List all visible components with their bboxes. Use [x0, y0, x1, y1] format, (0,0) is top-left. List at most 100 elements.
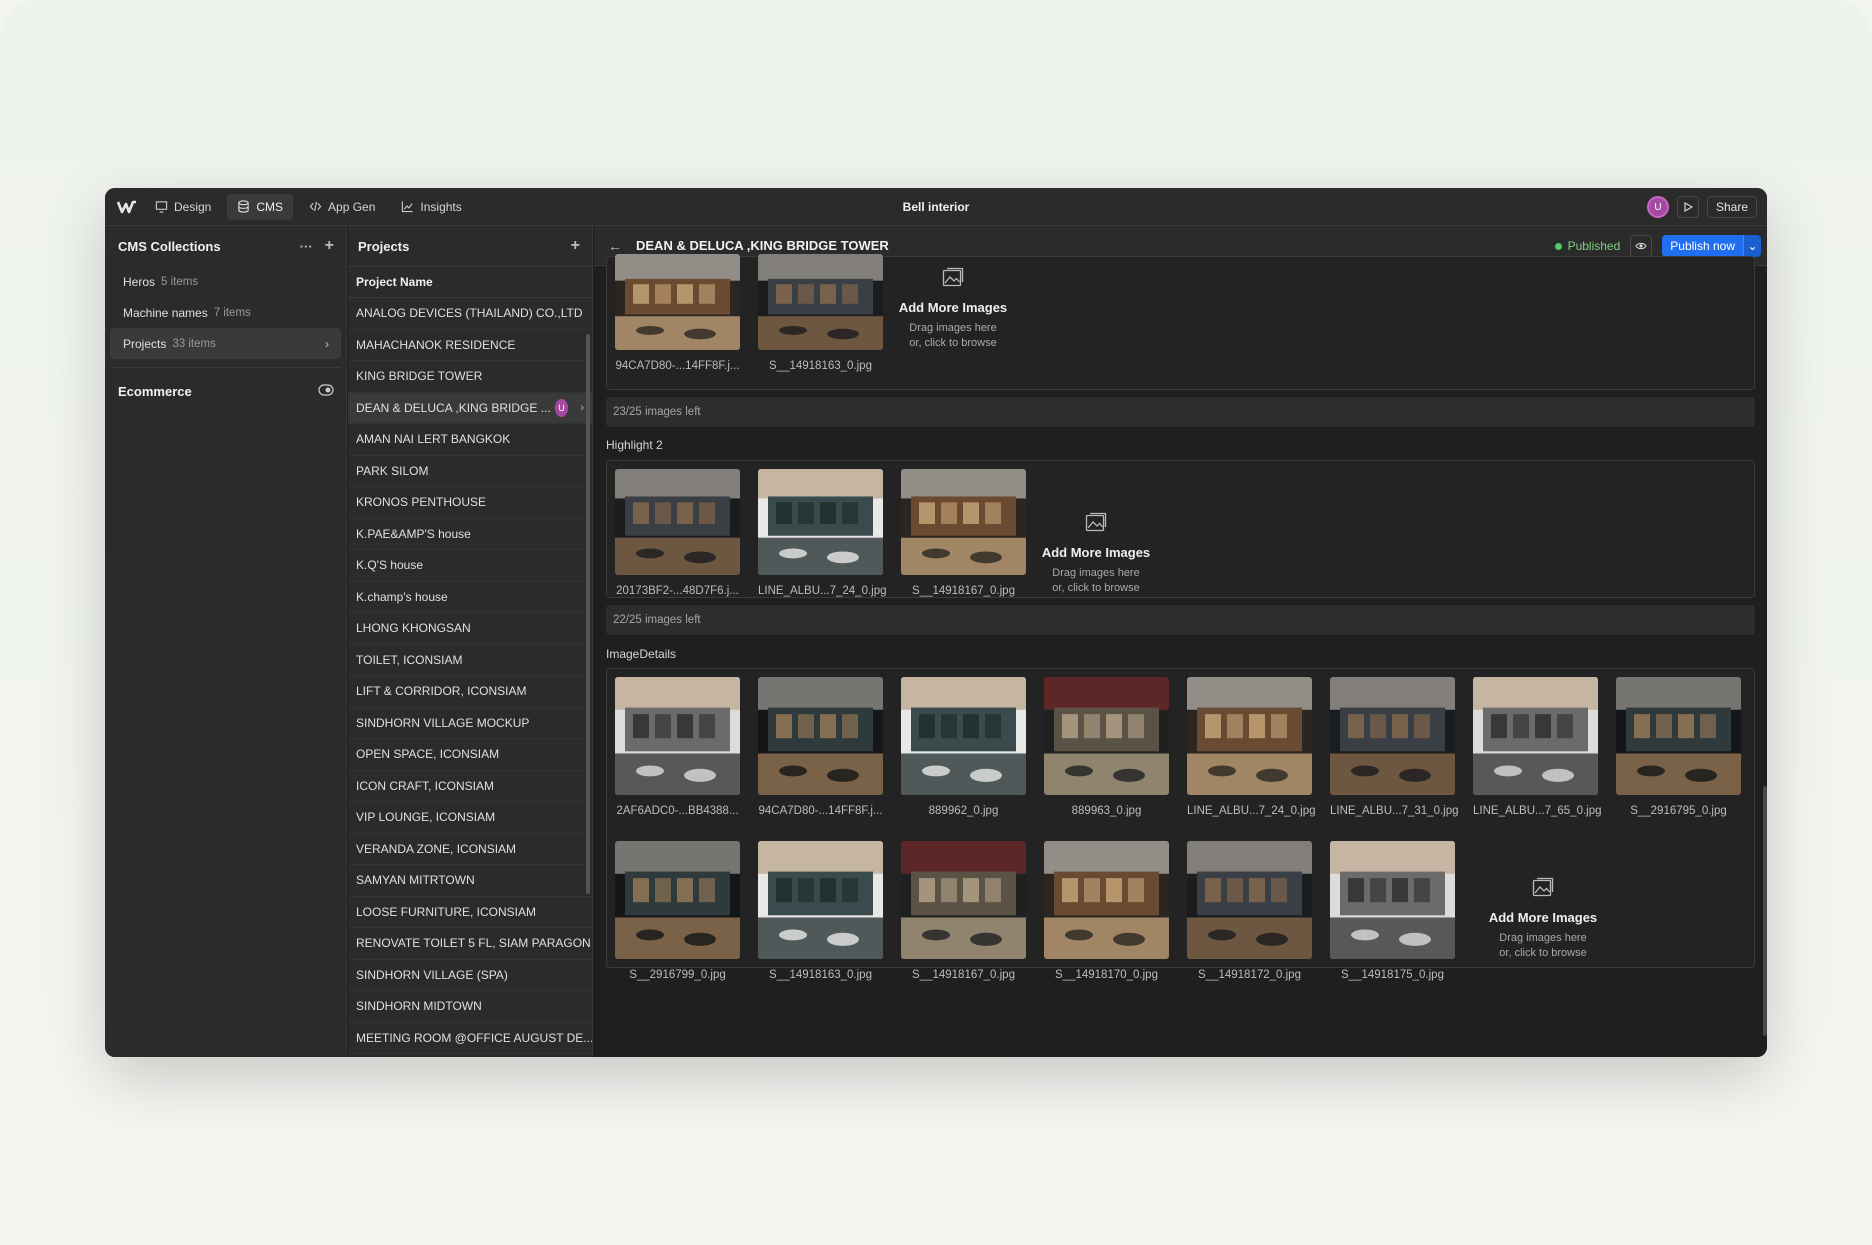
image-thumbnail[interactable]: LINE_ALBU...7_24_0.jpg [1187, 677, 1316, 817]
add-more-hint: Drag images here or, click to browse [1026, 566, 1166, 596]
tab-app-gen[interactable]: App Gen [299, 194, 385, 220]
project-row[interactable]: AMAN NAI LERT BANGKOK [348, 424, 592, 456]
image-filename: LINE_ALBU...7_31_0.jpg [1330, 805, 1459, 817]
column-header-project-name[interactable]: Project Name [348, 266, 592, 298]
image-thumbnail[interactable]: S__14918175_0.jpg [1330, 841, 1455, 981]
project-row[interactable]: LHONG KHONGSAN [348, 613, 592, 645]
project-name: OPEN SPACE, ICONSIAM [356, 747, 500, 762]
image-filename: S__14918170_0.jpg [1055, 969, 1158, 981]
project-row[interactable]: ICON CRAFT, ICONSIAM [348, 771, 592, 802]
image-thumbnail[interactable]: 20173BF2-...48D7F6.j... [615, 469, 740, 597]
tab-insights[interactable]: Insights [391, 194, 471, 220]
user-avatar[interactable]: U [1646, 196, 1669, 218]
collection-name: Heros [123, 274, 156, 289]
project-row[interactable]: TOILET, ICONSIAM [348, 645, 592, 676]
image-thumbnail[interactable]: S__14918163_0.jpg [758, 254, 883, 372]
project-row[interactable]: K.PAE&AMP'S house [348, 519, 592, 550]
image-thumbnail[interactable]: S__2916795_0.jpg [1616, 677, 1741, 817]
back-arrow-icon[interactable]: ← [608, 238, 622, 254]
collection-item-machine-names[interactable]: Machine names 7 items [110, 297, 341, 328]
interior-photo [1187, 677, 1312, 795]
project-row[interactable]: LIFT & CORRIDOR, ICONSIAM [348, 676, 592, 708]
image-icon [1026, 511, 1166, 535]
image-thumbnail[interactable]: 2AF6ADC0-...BB4388... [615, 677, 740, 817]
project-row[interactable]: RENOVATE TOILET 5 FL, SIAM PARAGON [348, 928, 592, 960]
ecommerce-section[interactable]: Ecommerce [105, 376, 346, 406]
add-more-images-dropzone[interactable]: Add More Images Drag images here or, click… [1473, 876, 1613, 961]
project-row[interactable]: VIP LOUNGE, ICONSIAM [348, 802, 592, 834]
field-label-image-details: ImageDetails [606, 647, 677, 661]
add-more-hint-line2: or, click to browse [909, 337, 997, 349]
collection-item-projects[interactable]: Projects 33 items › [110, 328, 341, 359]
add-more-images-dropzone[interactable]: Add More Images Drag images here or, click… [1026, 511, 1166, 596]
project-row[interactable]: LOOSE FURNITURE, ICONSIAM [348, 897, 592, 928]
tab-cms-label: CMS [256, 199, 284, 214]
image-thumbnail[interactable]: LINE_ALBU...7_65_0.jpg [1473, 677, 1602, 817]
project-name: RENOVATE TOILET 5 FL, SIAM PARAGON [356, 936, 591, 951]
code-icon [309, 201, 322, 212]
image-thumbnail[interactable]: S__14918170_0.jpg [1044, 841, 1169, 981]
project-row[interactable]: K.champ's house [348, 582, 592, 613]
image-filename: S__14918172_0.jpg [1198, 969, 1301, 981]
preview-button[interactable] [1676, 196, 1699, 218]
editor-scrollbar[interactable] [1763, 786, 1767, 1036]
collection-item-heros[interactable]: Heros 5 items [110, 266, 341, 297]
status-label: Published [1567, 239, 1621, 253]
project-name: SINDHORN VILLAGE (SPA) [356, 967, 508, 982]
add-more-title: Add More Images [1041, 545, 1151, 560]
project-row[interactable]: SINDHORN VILLAGE MOCKUP [348, 708, 592, 739]
project-row[interactable]: VERANDA ZONE, ICONSIAM [348, 834, 592, 865]
image-thumbnail[interactable]: 94CA7D80-...14FF8F.j... [615, 254, 740, 372]
project-row[interactable]: KRONOS PENTHOUSE [348, 487, 592, 519]
field-label-highlight-2: Highlight 2 [606, 438, 663, 452]
project-row[interactable]: K.Q'S house [348, 550, 592, 582]
more-options-icon[interactable]: ··· [300, 239, 313, 254]
publish-now-button[interactable]: Publish now [1662, 235, 1743, 257]
project-row[interactable]: DEAN & DELUCA ,KING BRIDGE ... U › [348, 392, 592, 424]
image-thumbnail[interactable]: 94CA7D80-...14FF8F.j... [758, 677, 883, 817]
tab-design[interactable]: Design [145, 194, 221, 220]
webflow-logo-icon[interactable] [109, 188, 145, 226]
project-row[interactable]: MAHACHANOK RESIDENCE [348, 330, 592, 361]
image-thumbnail[interactable]: 889963_0.jpg [1044, 677, 1169, 817]
project-row[interactable]: MEETING ROOM @OFFICE AUGUST DE... [348, 1023, 592, 1054]
project-row[interactable]: SINDHORN VILLAGE (SPA) [348, 960, 592, 991]
interior-photo [1473, 677, 1598, 795]
image-thumbnail[interactable]: S__14918167_0.jpg [901, 469, 1026, 597]
project-row[interactable]: SINDHORN MIDTOWN [348, 991, 592, 1023]
image-thumbnail[interactable]: 889962_0.jpg [901, 677, 1026, 817]
tab-cms[interactable]: CMS [227, 193, 294, 220]
project-name: PARK SILOM [356, 463, 429, 478]
image-filename: 2AF6ADC0-...BB4388... [616, 805, 739, 817]
project-name: TOILET, ICONSIAM [356, 652, 463, 667]
project-row[interactable]: KING BRIDGE TOWER [348, 361, 592, 393]
projects-scrollbar[interactable] [586, 334, 590, 894]
image-thumbnail[interactable]: LINE_ALBU...7_24_0.jpg [758, 469, 887, 597]
image-thumbnail[interactable]: LINE_ALBU...7_31_0.jpg [1330, 677, 1459, 817]
project-row[interactable]: ANALOG DEVICES (THAILAND) CO.,LTD [348, 298, 592, 330]
project-row[interactable]: PARK SILOM [348, 456, 592, 487]
eye-toggle-icon[interactable] [318, 383, 334, 399]
project-row[interactable]: SAMYAN MITRTOWN [348, 865, 592, 897]
image-icon [1473, 876, 1613, 900]
status-dot-icon [1554, 242, 1562, 250]
add-collection-icon[interactable]: + [325, 237, 334, 255]
add-more-images-dropzone[interactable]: Add More Images Drag images here or, click… [883, 266, 1023, 351]
image-thumbnail[interactable]: S__14918172_0.jpg [1187, 841, 1312, 981]
share-button[interactable]: Share [1706, 196, 1757, 218]
add-item-icon[interactable]: + [571, 237, 580, 255]
project-name: ANALOG DEVICES (THAILAND) CO.,LTD [356, 306, 583, 321]
add-more-hint-line1: Drag images here [1499, 932, 1587, 944]
view-live-button[interactable] [1630, 235, 1653, 257]
image-thumbnail[interactable]: S__14918163_0.jpg [758, 841, 883, 981]
project-name: KING BRIDGE TOWER [356, 369, 483, 384]
image-thumbnail[interactable]: S__2916799_0.jpg [615, 841, 740, 981]
project-row[interactable]: OPEN SPACE, ICONSIAM [348, 739, 592, 771]
image-filename: 94CA7D80-...14FF8F.j... [615, 360, 740, 372]
projects-header: Projects + [348, 226, 592, 266]
project-name: VERANDA ZONE, ICONSIAM [356, 841, 517, 856]
project-name: SAMYAN MITRTOWN [356, 873, 475, 888]
tab-design-label: Design [174, 199, 212, 214]
publish-options-chevron-down-icon[interactable]: ⌄ [1743, 235, 1761, 257]
image-thumbnail[interactable]: S__14918167_0.jpg [901, 841, 1026, 981]
